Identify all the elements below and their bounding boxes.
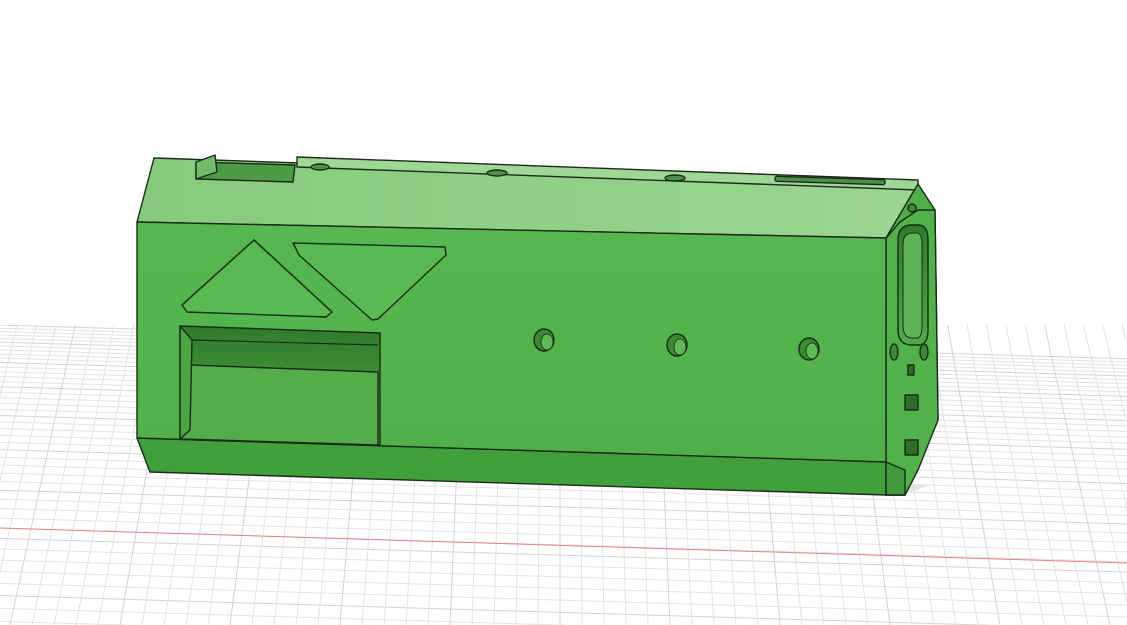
side-hole-3[interactable]	[798, 337, 820, 361]
grid-line-h	[0, 607, 576, 625]
end-slot-3[interactable]	[907, 364, 915, 376]
end-hole-left[interactable]	[889, 343, 899, 361]
grid-line-v	[0, 324, 18, 398]
end-slot-1[interactable]	[904, 394, 919, 411]
magazine-well-floor	[181, 364, 379, 446]
end-hole-right[interactable]	[919, 343, 929, 361]
grid-line-h	[0, 489, 1127, 525]
end-window-inner	[902, 232, 923, 339]
grid-line-h	[0, 517, 1127, 553]
magazine-well-side	[179, 325, 193, 440]
side-hole-1[interactable]	[533, 328, 555, 352]
grid-line-h	[0, 481, 1127, 516]
scene-canvas[interactable]	[0, 0, 1127, 625]
end-slot-2[interactable]	[904, 439, 919, 456]
grid-line-v	[947, 324, 1001, 625]
grid-line-v	[1121, 324, 1127, 347]
grid-line-h	[0, 548, 1127, 584]
grid-line-h	[0, 537, 1127, 573]
top-hole-3[interactable]	[664, 174, 686, 182]
x-axis-line	[0, 527, 1127, 564]
end-hole-top[interactable]	[907, 203, 917, 213]
side-hole-2[interactable]	[666, 333, 688, 357]
grid-line-v	[1102, 324, 1127, 427]
grid-line-v	[0, 324, 38, 483]
top-hole-2[interactable]	[486, 169, 508, 177]
receiver-model[interactable]	[136, 154, 939, 496]
top-hole-1[interactable]	[310, 163, 330, 171]
3d-viewport[interactable]	[0, 0, 1127, 625]
grid-line-v	[966, 324, 1023, 625]
grid-line-h	[0, 507, 1127, 543]
